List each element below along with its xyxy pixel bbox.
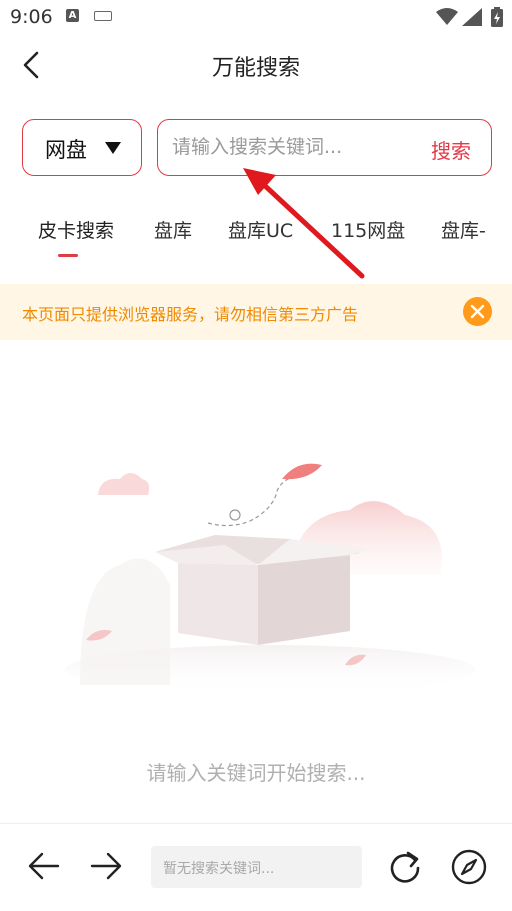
status-bar: 9:06 A: [0, 0, 512, 34]
accessibility-icon: A: [66, 9, 79, 22]
reload-icon: [390, 851, 420, 883]
browser-forward-button[interactable]: [88, 848, 124, 884]
keyboard-icon: [94, 11, 112, 21]
search-type-select[interactable]: 网盘: [22, 119, 142, 176]
search-type-value: 网盘: [45, 138, 87, 162]
tab-panku-uc[interactable]: 盘库UC: [228, 216, 293, 243]
header: 万能搜索: [0, 34, 512, 98]
compass-icon: [451, 849, 487, 885]
search-box: 搜索: [157, 119, 492, 176]
search-input[interactable]: [172, 130, 402, 164]
url-bar-text: 暂无搜索关键词...: [163, 861, 275, 877]
arrow-left-icon: [28, 852, 60, 880]
close-icon: [470, 304, 485, 319]
notice-close-button[interactable]: [463, 297, 492, 326]
bottom-browser-bar: 暂无搜索关键词...: [0, 823, 512, 911]
browser-back-button[interactable]: [26, 848, 62, 884]
source-tabs: 皮卡搜索 盘库 盘库UC 115网盘 盘库-: [0, 204, 512, 260]
tab-panku-more[interactable]: 盘库-: [441, 216, 486, 243]
signal-icon: [462, 8, 482, 26]
empty-state-text: 请输入关键词开始搜索...: [146, 761, 366, 785]
compass-button[interactable]: [450, 848, 488, 886]
empty-box-illustration: [65, 463, 475, 695]
caret-down-icon: [105, 142, 121, 154]
tab-pika-search[interactable]: 皮卡搜索: [38, 216, 114, 243]
page-title: 万能搜索: [211, 56, 300, 81]
status-time: 9:06: [10, 6, 53, 28]
tab-115-wangpan[interactable]: 115网盘: [331, 216, 405, 243]
url-bar[interactable]: 暂无搜索关键词...: [151, 846, 362, 888]
tab-panku[interactable]: 盘库: [154, 216, 192, 243]
arrow-right-icon: [90, 852, 122, 880]
notice-text: 本页面只提供浏览器服务，请勿相信第三方广告: [22, 305, 359, 324]
active-tab-indicator: [58, 254, 78, 257]
search-button[interactable]: 搜索: [431, 135, 471, 164]
wifi-icon: [436, 8, 458, 25]
reload-button[interactable]: [386, 848, 424, 886]
battery-icon: [491, 7, 503, 27]
ad-notice-banner: 本页面只提供浏览器服务，请勿相信第三方广告: [0, 284, 512, 340]
